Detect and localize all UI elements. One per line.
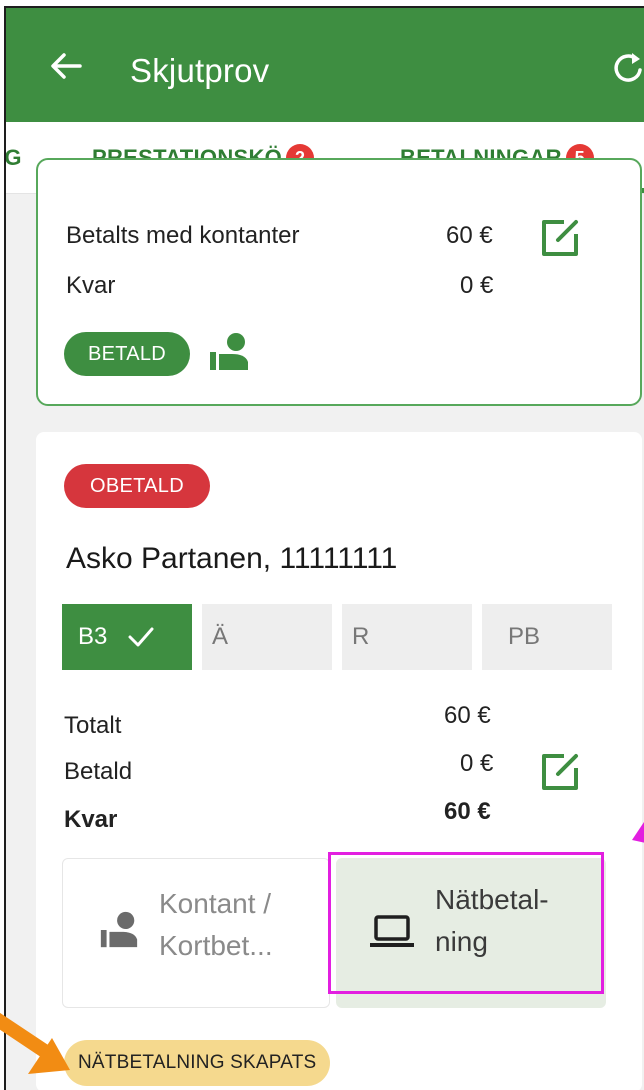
chip-label: Ä [212,623,229,650]
chip-label: R [352,623,370,650]
button-label-line1: Kontant / [159,888,272,919]
chip-pb[interactable]: PB [482,604,612,670]
remaining-label: Kvar [64,806,118,833]
cash-payment-icon [100,911,138,948]
remaining-value: 0 € [460,272,494,299]
chip-b3[interactable]: B3 [62,604,192,670]
highlight-box [328,852,604,994]
chip-label: PB [508,623,541,650]
tab-previous[interactable]: IG [4,122,22,194]
button-label-line2: Kortbet... [159,930,273,961]
page-title: Skjutprov [130,52,270,89]
remaining-label: Kvar [66,272,116,299]
cash-card-payment-button[interactable]: Kontant / Kortbet... [62,858,330,1008]
cash-payment-icon [210,333,248,370]
edit-icon[interactable] [538,750,582,794]
chip-label: B3 [78,623,108,650]
chip-r[interactable]: R [342,604,472,670]
total-label: Totalt [64,712,122,739]
participant-name: Asko Partanen, 11111111 [66,542,398,575]
tab-label: IG [4,145,22,170]
check-icon [128,627,154,647]
app-bar: Skjutprov [6,8,644,122]
edit-icon[interactable] [538,216,582,260]
payment-status-note: NÄTBETALNING SKAPATS [64,1040,331,1086]
payment-card-paid: Betalts med kontanter 60 € Kvar 0 € BETA… [36,158,642,406]
status-badge: BETALD [64,332,190,376]
paid-value: 0 € [460,750,494,777]
refresh-icon[interactable] [610,50,644,86]
paid-cash-value: 60 € [446,222,493,249]
chip-a[interactable]: Ä [202,604,332,670]
remaining-value: 60 € [444,798,491,825]
arrow-left-icon[interactable] [46,46,86,86]
paid-label: Betald [64,758,133,785]
paid-cash-label: Betalts med kontanter [66,222,300,249]
status-badge: OBETALD [64,464,210,508]
total-value: 60 € [444,702,491,729]
